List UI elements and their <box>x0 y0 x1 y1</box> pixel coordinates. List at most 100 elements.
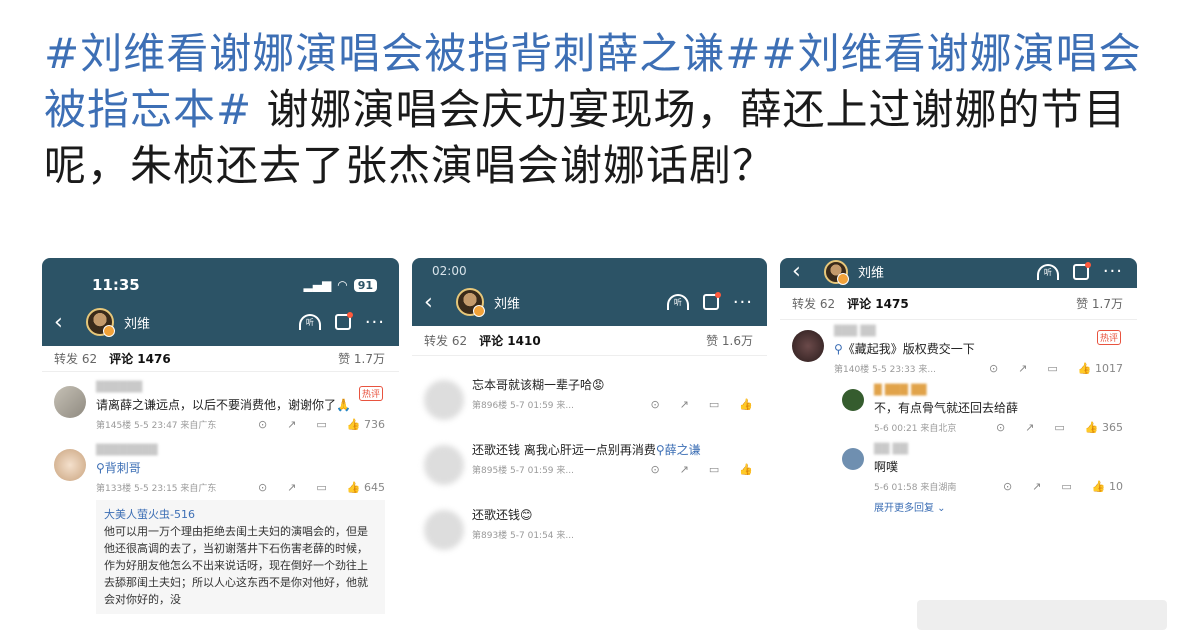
avatar[interactable] <box>54 449 86 481</box>
comment-meta-text: 第895楼 5-7 01:59 来... <box>472 466 574 476</box>
comment-icon[interactable]: ▭ <box>316 481 326 494</box>
more-icon[interactable]: ⊙ <box>650 398 659 411</box>
avatar[interactable] <box>824 259 849 285</box>
gift-icon[interactable] <box>334 312 353 330</box>
nav-bar: ‹ 刘维 听 ··· <box>42 308 399 337</box>
screenshot-2: 02:00 ‹ 刘维 听 ··· 转发 62 评论 1410 赞 1.6万 忘本… <box>412 258 767 614</box>
more-icon[interactable]: ··· <box>733 292 753 313</box>
expand-replies-link[interactable]: 展开更多回复 ⌄ <box>780 499 1137 514</box>
tab-repost[interactable]: 转发 62 <box>54 350 97 367</box>
reply-name[interactable]: 大美人萤火虫-516 <box>104 508 195 521</box>
hashtag-1[interactable]: #刘维看谢娜演唱会被指背刺薛之谦# <box>44 29 761 78</box>
like-count: 645 <box>364 481 385 494</box>
back-icon[interactable]: ‹ <box>54 310 78 335</box>
share-icon[interactable]: ↗ <box>287 418 296 431</box>
avatar[interactable] <box>54 386 86 418</box>
nav-bar: ‹ 刘维 听 ··· <box>780 259 1137 285</box>
commenter-name[interactable]: ██████ <box>96 382 399 396</box>
listen-icon[interactable]: 听 <box>1036 263 1059 280</box>
commenter-name[interactable]: ███ ██ <box>834 326 1137 340</box>
list-item: 热评 ███ ██ ⚲《藏起我》版权费交一下 第140楼 5-5 23:33 来… <box>780 326 1137 375</box>
share-icon[interactable]: ↗ <box>680 463 689 476</box>
tab-comments[interactable]: 评论 1476 <box>109 350 171 367</box>
reply-box: 大美人萤火虫-516 他可以用一万个理由拒绝去闺土夫妇的演唱会的，但是他还很高调… <box>96 500 385 614</box>
like-button[interactable]: 👍 736 <box>347 418 385 431</box>
list-item: 还歌还钱 离我心肝远一点别再消费⚲薛之谦 第895楼 5-7 01:59 来..… <box>412 441 767 485</box>
list-item: ████████ ⚲背刺哥 第133楼 5-5 23:15 来自广东 ⊙ ↗ ▭… <box>42 445 399 494</box>
more-icon[interactable]: ⊙ <box>1003 480 1012 493</box>
comment-meta: 第896楼 5-7 01:59 来... ⊙ ↗ ▭ 👍 <box>472 398 767 411</box>
share-icon[interactable]: ↗ <box>1025 421 1034 434</box>
more-icon[interactable]: ⊙ <box>650 463 659 476</box>
comment-text: ⚲背刺哥 <box>96 459 399 477</box>
commenter-name[interactable]: ██ ██ <box>874 444 1137 458</box>
comment-icon[interactable]: ▭ <box>709 463 719 476</box>
post-text: #刘维看谢娜演唱会被指背刺薛之谦##刘维看谢娜演唱会被指忘本# 谢娜演唱会庆功宴… <box>44 26 1144 194</box>
tab-repost[interactable]: 转发 62 <box>792 295 835 312</box>
avatar[interactable] <box>842 389 864 411</box>
like-button[interactable]: 👍 10 <box>1092 480 1123 493</box>
comment-icon[interactable]: ▭ <box>1054 421 1064 434</box>
comment-text: 还歌还钱 离我心肝远一点别再消费⚲薛之谦 <box>472 441 767 459</box>
more-icon[interactable]: ⊙ <box>258 481 267 494</box>
more-icon[interactable]: ⊙ <box>996 421 1005 434</box>
comment-icon[interactable]: ▭ <box>1061 480 1071 493</box>
tab-comments[interactable]: 评论 1475 <box>847 295 909 312</box>
gift-icon[interactable] <box>1072 261 1091 280</box>
avatar[interactable] <box>86 308 115 337</box>
tab-likes[interactable]: 赞 1.7万 <box>1076 295 1123 312</box>
comment-text-body: 还歌还钱 离我心肝远一点别再消费 <box>472 443 656 457</box>
more-icon[interactable]: ⊙ <box>258 418 267 431</box>
gift-icon[interactable] <box>702 292 721 310</box>
like-button[interactable]: 👍 <box>739 463 753 476</box>
comment-text: 忘本哥就该糊一辈子哈😡 <box>472 378 605 392</box>
share-icon[interactable]: ↗ <box>1018 362 1027 375</box>
comment-text: 还歌还钱😊 <box>472 508 533 522</box>
back-icon[interactable]: ‹ <box>424 290 448 315</box>
avatar[interactable] <box>424 445 464 485</box>
avatar[interactable] <box>424 510 464 550</box>
comment-icon[interactable]: ▭ <box>1047 362 1057 375</box>
comment-meta: 5-6 00:21 来自北京 ⊙ ↗ ▭ 👍 365 <box>874 421 1137 434</box>
like-button[interactable]: 👍 1017 <box>1078 362 1123 375</box>
avatar[interactable] <box>792 330 824 362</box>
more-icon[interactable]: ⊙ <box>989 362 998 375</box>
comment-icon[interactable]: ▭ <box>709 398 719 411</box>
listen-icon[interactable]: 听 <box>666 294 689 310</box>
back-icon[interactable]: ‹ <box>792 259 816 284</box>
search-link[interactable]: 背刺哥 <box>105 461 141 475</box>
like-count: 736 <box>364 418 385 431</box>
commenter-name[interactable]: ████████ <box>96 445 399 459</box>
more-icon[interactable]: ··· <box>1103 261 1123 282</box>
username[interactable]: 刘维 <box>494 293 520 312</box>
list-item: 热评 ██████ 请离薛之谦远点，以后不要消费他，谢谢你了🙏 第145楼 5-… <box>42 382 399 431</box>
search-link[interactable]: 薛之谦 <box>665 443 701 457</box>
tab-likes[interactable]: 赞 1.7万 <box>338 350 385 367</box>
comment-meta: 第893楼 5-7 01:54 来... <box>472 528 767 541</box>
tab-repost[interactable]: 转发 62 <box>424 332 467 349</box>
comment-text: 不，有点骨气就还回去给薛 <box>874 401 1019 415</box>
listen-icon[interactable]: 听 <box>298 314 321 330</box>
comment-meta-text: 第133楼 5-5 23:15 来自广东 <box>96 484 217 494</box>
wifi-icon: ◠ <box>337 278 348 292</box>
more-icon[interactable]: ··· <box>365 312 385 333</box>
like-button[interactable]: 👍 <box>739 398 753 411</box>
like-button[interactable]: 👍 365 <box>1085 421 1123 434</box>
username[interactable]: 刘维 <box>124 313 150 332</box>
share-icon[interactable]: ↗ <box>287 481 296 494</box>
tab-bar: 转发 62 评论 1476 赞 1.7万 <box>42 346 399 372</box>
comment-icon[interactable]: ▭ <box>316 418 326 431</box>
tab-comments[interactable]: 评论 1410 <box>479 332 541 349</box>
share-icon[interactable]: ↗ <box>1032 480 1041 493</box>
share-icon[interactable]: ↗ <box>680 398 689 411</box>
status-time: 11:35 <box>92 276 140 294</box>
avatar[interactable] <box>456 288 485 317</box>
username[interactable]: 刘维 <box>858 262 884 281</box>
tab-likes[interactable]: 赞 1.6万 <box>706 332 753 349</box>
like-button[interactable]: 👍 645 <box>347 481 385 494</box>
avatar[interactable] <box>424 380 464 420</box>
avatar[interactable] <box>842 448 864 470</box>
commenter-name[interactable]: █ ███ ██ <box>874 385 1137 399</box>
comment-meta-text: 第893楼 5-7 01:54 来... <box>472 531 574 541</box>
search-link-icon: ⚲ <box>96 461 105 475</box>
